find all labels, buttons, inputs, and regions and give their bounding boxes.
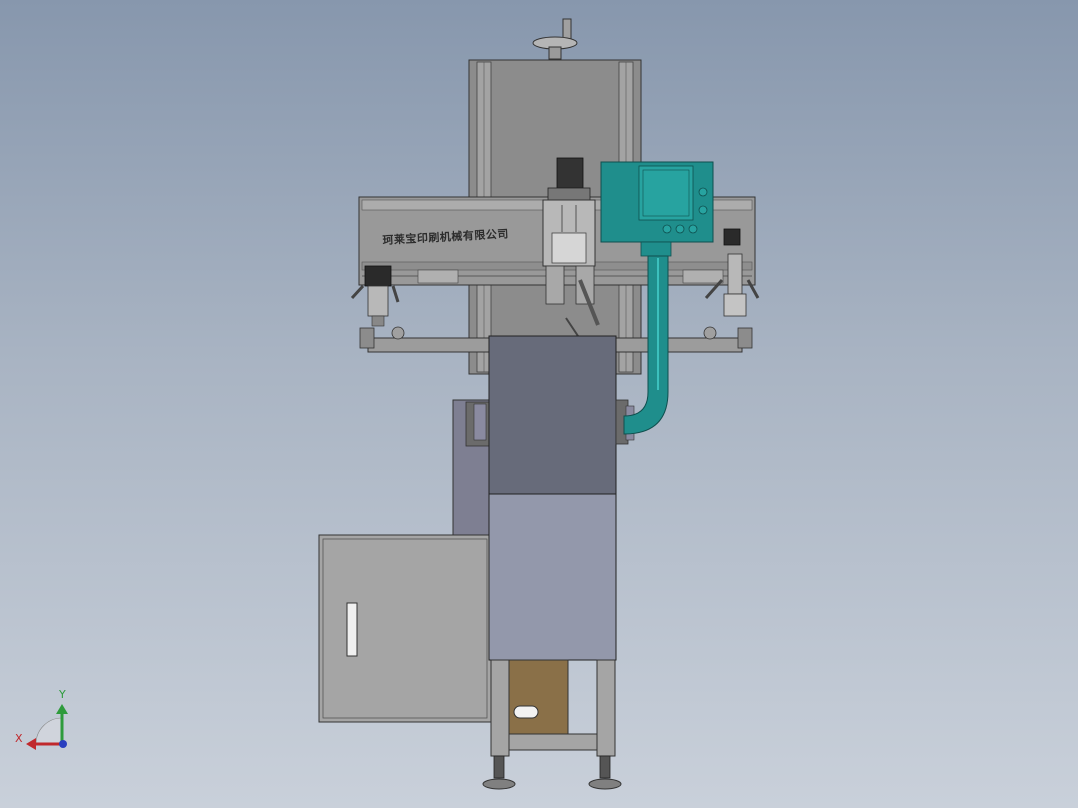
handwheel [532, 18, 578, 60]
x-axis-label: X [15, 732, 23, 745]
main-column [488, 335, 635, 661]
control-box [600, 161, 714, 243]
machine-drawing [26, 18, 760, 790]
axis-triad [26, 704, 68, 750]
y-axis-label: Y [59, 688, 66, 701]
z-axis-dot [59, 740, 67, 748]
base-frame [482, 659, 622, 790]
side-cabinet [318, 534, 492, 723]
side-dryer-unit [452, 399, 493, 537]
cad-viewport[interactable]: 珂莱宝印刷机械有限公司 Y X [0, 0, 1078, 808]
